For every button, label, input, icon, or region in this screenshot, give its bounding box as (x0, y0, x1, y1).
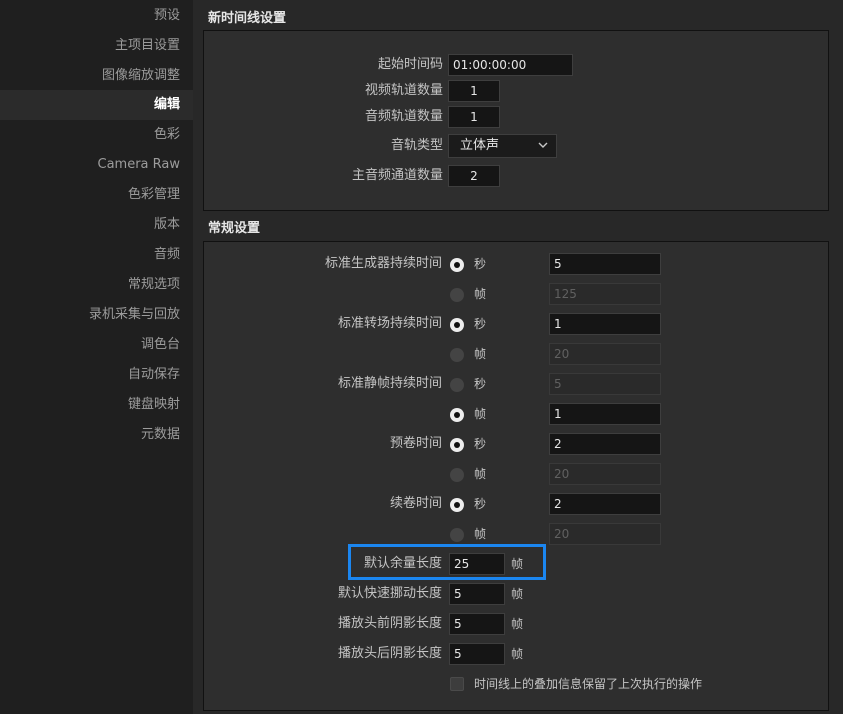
preroll-label: 预卷时间 (389, 436, 442, 451)
audio-track-type-label: 音轨类型 (390, 138, 443, 153)
start-timecode-label: 起始时间码 (377, 57, 443, 72)
sidebar-item-metadata[interactable]: 元数据 (0, 420, 193, 450)
preroll-sec-radio[interactable] (450, 438, 464, 452)
still-frame-label: 帧 (474, 407, 487, 421)
chevron-down-icon (538, 142, 548, 148)
transition-frame-radio[interactable] (450, 348, 464, 362)
sidebar-item-versions[interactable]: 版本 (0, 210, 193, 240)
sidebar-item-presets[interactable]: 预设 (0, 1, 193, 31)
generator-sec-input[interactable]: 5 (549, 253, 661, 275)
overlay-persist-checkbox[interactable] (450, 677, 464, 691)
postroll-frame-radio[interactable] (450, 528, 464, 542)
default-handle-length-input[interactable]: 25 (449, 553, 505, 575)
preroll-frame-input[interactable]: 20 (549, 463, 661, 485)
transition-sec-radio[interactable] (450, 318, 464, 332)
generator-sec-radio[interactable] (450, 258, 464, 272)
generator-sec-label: 秒 (474, 257, 487, 271)
transition-frame-input[interactable]: 20 (549, 343, 661, 365)
main-audio-channels-input[interactable]: 2 (448, 165, 500, 187)
sidebar-item-control-panels[interactable]: 调色台 (0, 330, 193, 360)
still-sec-label: 秒 (474, 377, 487, 391)
default-handle-length-label: 默认余量长度 (363, 556, 442, 571)
audio-track-type-value: 立体声 (460, 138, 500, 153)
new-timeline-section-title: 新时间线设置 (208, 11, 287, 26)
post-playhead-shadow-input[interactable]: 5 (449, 643, 505, 665)
still-sec-radio[interactable] (450, 378, 464, 392)
new-timeline-panel: 起始时间码 01:00:00:00 视频轨道数量 1 音频轨道数量 1 音轨类型… (203, 30, 829, 211)
postroll-sec-input[interactable]: 2 (549, 493, 661, 515)
audio-tracks-label: 音频轨道数量 (364, 109, 443, 124)
overlay-persist-label: 时间线上的叠加信息保留了上次执行的操作 (474, 677, 703, 691)
preroll-sec-label: 秒 (474, 437, 487, 451)
pre-playhead-shadow-unit: 帧 (511, 617, 524, 631)
generator-frame-input[interactable]: 125 (549, 283, 661, 305)
settings-main: 新时间线设置 起始时间码 01:00:00:00 视频轨道数量 1 音频轨道数量… (193, 0, 843, 714)
preroll-frame-label: 帧 (474, 467, 487, 481)
audio-track-type-select[interactable]: 立体声 (448, 134, 557, 158)
audio-tracks-input[interactable]: 1 (448, 106, 500, 128)
postroll-frame-input[interactable]: 20 (549, 523, 661, 545)
main-audio-channels-label: 主音频通道数量 (351, 168, 443, 183)
sidebar-item-color[interactable]: 色彩 (0, 120, 193, 150)
video-tracks-input[interactable]: 1 (448, 80, 500, 102)
post-playhead-shadow-unit: 帧 (511, 647, 524, 661)
fast-nudge-length-label: 默认快速挪动长度 (337, 586, 442, 601)
sidebar-item-general-options[interactable]: 常规选项 (0, 270, 193, 300)
video-tracks-label: 视频轨道数量 (364, 83, 443, 98)
generator-frame-radio[interactable] (450, 288, 464, 302)
preroll-frame-radio[interactable] (450, 468, 464, 482)
postroll-sec-label: 秒 (474, 497, 487, 511)
still-frame-radio[interactable] (450, 408, 464, 422)
sidebar-item-editing[interactable]: 编辑 (0, 90, 193, 120)
post-playhead-shadow-label: 播放头后阴影长度 (337, 646, 442, 661)
general-settings-panel: 标准生成器持续时间 秒 5 帧 125 标准转场持续时间 秒 1 帧 20 标准… (203, 241, 829, 711)
still-duration-label: 标准静帧持续时间 (337, 376, 442, 391)
sidebar-item-image-scaling[interactable]: 图像缩放调整 (0, 61, 193, 91)
settings-sidebar: 预设 主项目设置 图像缩放调整 编辑 色彩 Camera Raw 色彩管理 版本… (0, 0, 193, 714)
default-handle-length-unit: 帧 (511, 557, 524, 571)
fast-nudge-length-unit: 帧 (511, 587, 524, 601)
still-frame-input[interactable]: 1 (549, 403, 661, 425)
preroll-sec-input[interactable]: 2 (549, 433, 661, 455)
pre-playhead-shadow-input[interactable]: 5 (449, 613, 505, 635)
start-timecode-input[interactable]: 01:00:00:00 (448, 54, 573, 76)
transition-sec-input[interactable]: 1 (549, 313, 661, 335)
sidebar-item-audio[interactable]: 音频 (0, 240, 193, 270)
fast-nudge-length-input[interactable]: 5 (449, 583, 505, 605)
sidebar-item-master-settings[interactable]: 主项目设置 (0, 31, 193, 61)
transition-frame-label: 帧 (474, 347, 487, 361)
postroll-frame-label: 帧 (474, 527, 487, 541)
sidebar-item-deck-capture[interactable]: 录机采集与回放 (0, 300, 193, 330)
general-section-title: 常规设置 (208, 221, 261, 236)
postroll-sec-radio[interactable] (450, 498, 464, 512)
sidebar-item-auto-save[interactable]: 自动保存 (0, 360, 193, 390)
transition-sec-label: 秒 (474, 317, 487, 331)
postroll-label: 续卷时间 (389, 496, 442, 511)
sidebar-item-color-management[interactable]: 色彩管理 (0, 180, 193, 210)
sidebar-item-keyboard-mapping[interactable]: 键盘映射 (0, 390, 193, 420)
generator-duration-label: 标准生成器持续时间 (324, 256, 442, 271)
generator-frame-label: 帧 (474, 287, 487, 301)
sidebar-item-camera-raw[interactable]: Camera Raw (0, 150, 193, 180)
transition-duration-label: 标准转场持续时间 (337, 316, 442, 331)
pre-playhead-shadow-label: 播放头前阴影长度 (337, 616, 442, 631)
still-sec-input[interactable]: 5 (549, 373, 661, 395)
